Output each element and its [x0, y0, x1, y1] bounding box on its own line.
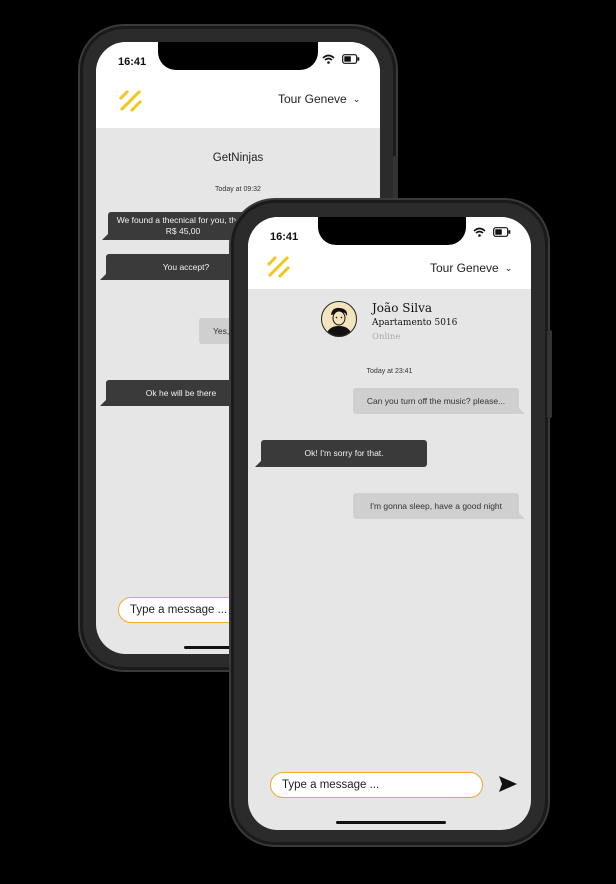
contact-unit: Apartamento 5016 — [372, 318, 458, 328]
avatar-icon — [326, 307, 352, 336]
chat-title: GetNinjas — [212, 152, 264, 164]
app-header: Tour Geneve ⌄ — [248, 247, 531, 289]
logo-icon — [266, 255, 291, 279]
chevron-down-icon: ⌄ — [504, 263, 513, 273]
message-bubble: Ok! I'm sorry for that. — [255, 440, 427, 467]
status-time: 16:41 — [270, 231, 299, 243]
message-bubble: I'm gonna sleep, have a good night — [353, 493, 525, 519]
status-bar: 16:41 — [248, 217, 531, 247]
battery-icon — [342, 54, 360, 64]
home-indicator — [336, 821, 446, 824]
contact-avatar — [321, 301, 357, 337]
front-phone: 16:41 Tour Geneve ⌄ João Silva Apartamen… — [231, 200, 552, 845]
message-input[interactable]: Type a message ... — [270, 772, 483, 798]
app-header: Tour Geneve ⌄ — [96, 72, 380, 128]
location-dropdown[interactable]: Tour Geneve ⌄ — [430, 261, 512, 275]
battery-icon — [493, 227, 511, 237]
notch — [158, 42, 318, 70]
message-input-placeholder: Type a message ... — [282, 779, 380, 791]
message-input-placeholder: Type a message ... — [130, 604, 228, 616]
notch — [318, 217, 466, 245]
location-label: Tour Geneve — [430, 261, 499, 275]
contact-status: Online — [372, 332, 401, 342]
wifi-icon — [473, 227, 486, 237]
message-bubble: Can you turn off the music? please... — [353, 388, 525, 414]
logo-icon — [118, 89, 143, 113]
message-timestamp: Today at 23:41 — [366, 368, 413, 375]
status-time: 16:41 — [118, 56, 147, 68]
chevron-down-icon: ⌄ — [352, 94, 361, 104]
location-dropdown[interactable]: Tour Geneve ⌄ — [278, 92, 360, 106]
status-bar: 16:41 — [96, 42, 380, 72]
side-button — [547, 330, 552, 418]
wifi-icon — [322, 54, 335, 64]
message-timestamp: Today at 09:32 — [215, 186, 261, 193]
contact-name: João Silva — [372, 301, 433, 315]
front-phone-screen: 16:41 Tour Geneve ⌄ João Silva Apartamen… — [248, 217, 531, 830]
send-icon[interactable] — [498, 774, 518, 794]
location-label: Tour Geneve — [278, 92, 347, 106]
